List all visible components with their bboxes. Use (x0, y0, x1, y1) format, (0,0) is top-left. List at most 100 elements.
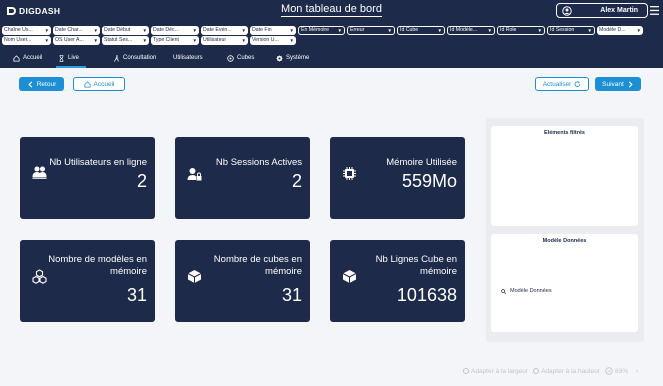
filter-chip[interactable]: Id Role ▼ (497, 26, 545, 35)
filter-chip[interactable]: Version U... ▼ (250, 36, 296, 45)
kpi-label-line: mémoire (420, 266, 457, 277)
filter-chip[interactable]: Nom User... ▼ (2, 36, 51, 45)
tab-consultation[interactable]: Consultation (113, 52, 156, 64)
caret-down-icon: ▼ (289, 28, 294, 33)
nav-tabs: Accueil Live Consultation Utilisateurs C… (0, 46, 663, 68)
caret-down-icon: ▼ (44, 38, 49, 43)
filter-chip-label: Date Evén... (203, 27, 232, 33)
fit-height-label: Adapter à la hauteur (541, 367, 600, 375)
person-walk-icon (114, 54, 119, 62)
tab-cubes[interactable]: Cubes (227, 52, 254, 64)
tab-accueil[interactable]: Accueil (13, 52, 42, 64)
kpi-value: 2 (136, 171, 147, 191)
filtered-elements-title: Eléments filtrés (544, 130, 585, 136)
tab-live[interactable]: Live (58, 52, 79, 64)
kpi-card-cube-rows-in-memory[interactable]: Nb Lignes Cube en mémoire 101638 (330, 240, 465, 322)
filter-chip[interactable]: Id Session ▼ (547, 26, 595, 35)
kpi-value: 559Mo (401, 171, 457, 191)
kpi-card-models-in-memory[interactable]: Nombre de modèles en mémoire 31 (20, 240, 155, 322)
filter-chip-label: OS User A... (55, 37, 84, 43)
filter-bar: Chaîne Us... ▼ Date Char... ▼ Date Début ▼ … (0, 22, 663, 46)
kpi-label-line: mémoire (110, 266, 147, 277)
data-model-panel: Modèle Données Modèle Données (491, 234, 638, 332)
user-lock-icon (187, 168, 202, 181)
cubes-icon (32, 269, 47, 284)
kpi-card-active-sessions[interactable]: Nb Sessions Actives 2 (175, 137, 310, 219)
kpi-label: Mémoire Utilisée (386, 157, 457, 168)
filter-chip[interactable]: Statut Ses... ▼ (102, 36, 149, 45)
user-menu[interactable]: Alex Martin (556, 3, 648, 18)
filter-chip[interactable]: Date Char... ▼ (53, 26, 100, 35)
caret-down-icon: ▼ (537, 28, 542, 33)
kpi-card-memory-used[interactable]: Mémoire Utilisée 559Mo (330, 137, 465, 219)
tab-systeme[interactable]: Système (276, 52, 309, 64)
tab-label: Utilisateurs (173, 55, 203, 61)
kpi-label-line: Nombre de modèles en (48, 254, 147, 265)
next-button-label: Suivant (602, 80, 624, 88)
search-icon (501, 288, 506, 294)
tab-label: Consultation (123, 55, 157, 61)
filter-chip-label: En Mémoire (301, 27, 329, 33)
caret-down-icon: ▼ (192, 28, 197, 33)
filter-chip[interactable]: Id Cube ▼ (397, 26, 445, 35)
tab-utilisateurs[interactable]: Utilisateurs (173, 52, 203, 64)
kpi-card-cubes-in-memory[interactable]: Nombre de cubes en mémoire 31 (175, 240, 310, 322)
caret-down-icon: ▼ (337, 28, 342, 33)
zoom-value: 83% (615, 367, 629, 375)
filter-chip[interactable]: Id Modèle... ▼ (447, 26, 495, 35)
caret-down-icon: ▼ (437, 28, 442, 33)
caret-down-icon: ▼ (192, 38, 197, 43)
user-name: Alex Martin (600, 7, 638, 14)
side-panel: Eléments filtrés Modèle Données Modèle D… (486, 118, 644, 342)
filter-chip[interactable]: Type Client ▼ (151, 36, 199, 45)
chevron-right-icon (628, 80, 633, 88)
filter-chip[interactable]: Date Evén... ▼ (201, 26, 248, 35)
filter-chip[interactable]: Utilisateur ▼ (201, 36, 248, 45)
filter-chip-label: Chaîne Us... (4, 27, 33, 33)
next-button[interactable]: Suivant (595, 77, 641, 91)
active-tab-indicator (56, 66, 86, 68)
caret-down-icon: ▼ (241, 28, 246, 33)
users-icon (32, 166, 47, 179)
kpi-label-line: Nb Lignes Cube en (375, 254, 457, 265)
caret-down-icon: ▼ (289, 38, 294, 43)
filter-chip[interactable]: Date Déc... ▼ (151, 26, 199, 35)
filter-chip-label: Modèle D... (599, 27, 626, 33)
filter-chip[interactable]: Chaîne Us... ▼ (2, 26, 51, 35)
gear-icon (276, 54, 283, 62)
filter-chip[interactable]: Erreur ▼ (347, 26, 395, 35)
data-model-search[interactable]: Modèle Données (501, 288, 552, 294)
filter-chip[interactable]: Date Fin ▼ (250, 26, 296, 35)
filter-chip[interactable]: Date Début ▼ (102, 26, 149, 35)
home-button-label: Accueil (93, 80, 115, 88)
kpi-label-line: Nombre de cubes en (213, 254, 302, 265)
chevron-right-icon[interactable]: › (636, 368, 638, 375)
fit-width-radio[interactable] (463, 368, 469, 374)
filtered-elements-panel: Eléments filtrés (491, 126, 638, 226)
caret-down-icon: ▼ (487, 28, 492, 33)
filter-chip-label: Date Fin (252, 27, 272, 33)
filter-chip-label: Erreur (350, 27, 365, 33)
caret-down-icon: ▼ (241, 38, 246, 43)
back-button[interactable]: Retour (19, 77, 64, 91)
filter-chip-label: Id Modèle... (450, 27, 478, 33)
dashboard-title: Mon tableau de bord (281, 3, 382, 17)
tab-label: Cubes (237, 55, 255, 61)
hamburger-menu-icon[interactable] (650, 5, 659, 16)
filter-chip[interactable]: Modèle D... ▼ (597, 26, 643, 35)
kpi-value: 31 (126, 285, 147, 305)
kpi-label-line: mémoire (265, 266, 302, 277)
filter-chip[interactable]: En Mémoire ▼ (298, 26, 345, 35)
filter-chip-label: Version U... (252, 37, 279, 43)
home-button[interactable]: Accueil (73, 77, 125, 91)
chip-icon (343, 167, 356, 180)
filter-chip[interactable]: OS User A... ▼ (53, 36, 100, 45)
kpi-label: Nb Utilisateurs en ligne (49, 157, 147, 168)
refresh-button[interactable]: Actualiser (535, 77, 589, 91)
kpi-card-users-online[interactable]: Nb Utilisateurs en ligne 2 (20, 137, 155, 219)
filter-chip-label: Nom User... (4, 37, 32, 43)
fit-height-radio[interactable] (533, 368, 540, 374)
kpi-label: Nb Sessions Actives (215, 157, 302, 168)
filter-chip-label: Id Session (550, 27, 575, 33)
zoom-out-icon[interactable] (605, 367, 613, 375)
